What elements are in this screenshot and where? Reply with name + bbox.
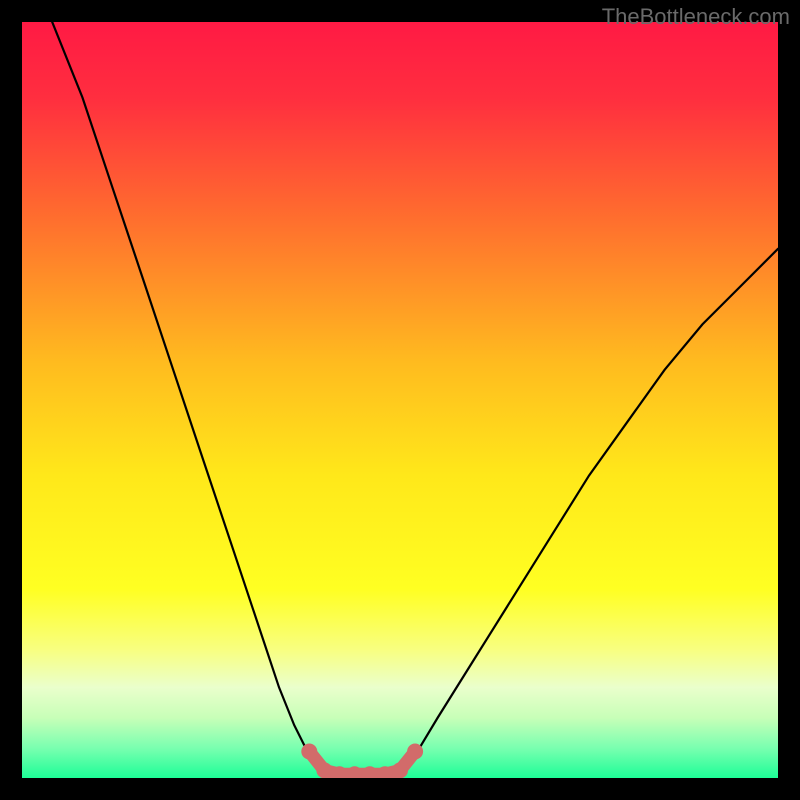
right-curve-line — [400, 249, 778, 774]
plot-area — [22, 22, 778, 778]
bottom-segment-dot — [301, 744, 317, 760]
bottom-segment-dot — [392, 762, 408, 778]
chart-curves — [22, 22, 778, 778]
bottom-segment-dot — [407, 744, 423, 760]
left-curve-line — [52, 22, 324, 774]
watermark-text: TheBottleneck.com — [602, 4, 790, 30]
bottom-segment-dot — [316, 762, 332, 778]
chart-container: TheBottleneck.com — [0, 0, 800, 800]
